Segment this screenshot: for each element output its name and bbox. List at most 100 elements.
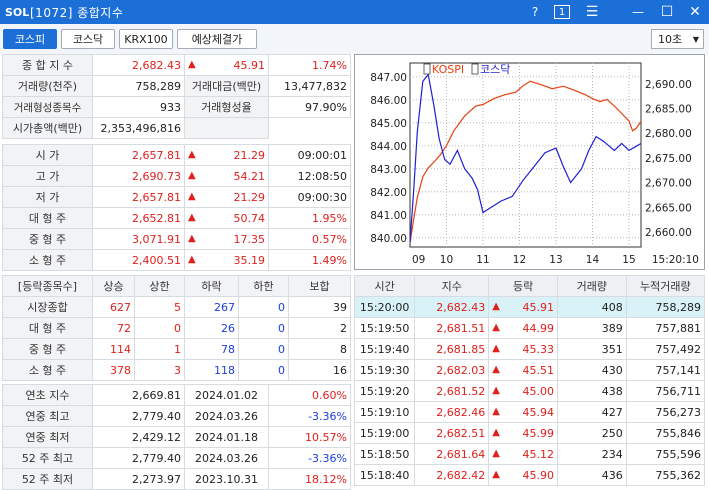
screen-number-button[interactable]: 1 — [554, 5, 570, 19]
breadth-header-cell: 보합 — [288, 275, 351, 297]
close-button[interactable]: ✕ — [686, 0, 704, 24]
maximize-button[interactable]: ☐ — [658, 0, 676, 24]
interval-select[interactable]: 10초 ▼ — [651, 29, 704, 49]
legend-label: 코스닥 — [480, 63, 510, 76]
breadth-row-label: 대 형 주 — [2, 317, 93, 339]
series-line-kospi — [409, 80, 642, 244]
traded-rate-value: 97.90% — [268, 96, 351, 118]
record-date: 2024.01.18 — [184, 426, 269, 448]
y-right-tick-label: 2,670.00 — [645, 178, 692, 190]
up-triangle-icon: ▲ — [188, 190, 196, 202]
change-value: 17.35 — [233, 232, 266, 246]
tick-change: ▲ 45.00 — [488, 380, 558, 402]
change-value: 45.33 — [522, 342, 555, 356]
table-row: 대 형 주 2,652.81 ▲ 50.74 1.95% — [2, 207, 351, 229]
price-row-label: 대 형 주 — [2, 207, 93, 229]
table-row: 52 주 최저 2,273.97 2023.10.31 18.12% — [2, 468, 351, 490]
table-row[interactable]: 15:18:40 2,682.42 ▲ 45.90 436 755,362 — [353, 464, 706, 486]
price-row-change: ▲ 35.19 — [184, 249, 269, 271]
app-logo: SOL — [5, 5, 30, 19]
tick-header-cell: 시간 — [353, 275, 416, 297]
minimize-button[interactable]: — — [629, 0, 647, 24]
up-triangle-icon: ▲ — [492, 342, 500, 354]
breadth-header-cell: 상한 — [134, 275, 185, 297]
tick-cumulative-volume: 756,711 — [625, 380, 706, 402]
tick-index: 2,681.85 — [414, 338, 490, 360]
help-button[interactable]: ? — [527, 0, 543, 24]
tick-header-cell: 지수 — [414, 275, 490, 297]
record-date: 2024.03.26 — [184, 405, 269, 427]
y-left-tick-label: 846.00 — [370, 95, 407, 107]
record-label: 연초 지수 — [2, 384, 93, 406]
intraday-chart[interactable]: 847.00 846.00 845.00 844.00 843.00 842.00 841.… — [354, 54, 705, 270]
table-row[interactable]: 15:18:50 2,681.64 ▲ 45.12 234 755,596 — [353, 443, 706, 465]
tick-index: 2,681.51 — [414, 317, 490, 339]
table-row[interactable]: 15:19:40 2,681.85 ▲ 45.33 351 757,492 — [353, 338, 706, 360]
advances-value: 72 — [92, 317, 135, 339]
table-row[interactable]: 15:19:00 2,682.51 ▲ 45.99 250 755,846 — [353, 422, 706, 444]
upper-limit-value: 3 — [134, 359, 185, 381]
table-row[interactable]: 15:19:50 2,681.51 ▲ 44.99 389 757,881 — [353, 317, 706, 339]
up-triangle-icon: ▲ — [492, 405, 500, 417]
upper-limit-value: 0 — [134, 317, 185, 339]
price-row-value: 2,652.81 — [92, 207, 185, 229]
tick-cumulative-volume: 755,596 — [625, 443, 706, 465]
table-row[interactable]: 15:19:30 2,682.03 ▲ 45.51 430 757,141 — [353, 359, 706, 381]
price-row-label: 시 가 — [2, 144, 93, 166]
lower-limit-value: 0 — [238, 338, 289, 360]
table-row: 저 가 2,657.81 ▲ 21.29 09:00:30 — [2, 186, 351, 208]
tick-volume: 234 — [557, 443, 627, 465]
record-rate: 0.60% — [268, 384, 351, 406]
x-tick-label: 15 — [622, 254, 635, 266]
up-triangle-icon: ▲ — [188, 253, 196, 265]
legend-swatch — [471, 63, 479, 75]
change-value: 44.99 — [522, 321, 555, 335]
tab-expected-price[interactable]: 예상체결가 — [177, 29, 257, 49]
tick-volume: 351 — [557, 338, 627, 360]
up-triangle-icon: ▲ — [188, 58, 196, 70]
table-row[interactable]: 15:19:20 2,681.52 ▲ 45.00 438 756,711 — [353, 380, 706, 402]
table-row[interactable]: 15:20:00 2,682.43 ▲ 45.91 408 758,289 — [353, 296, 706, 318]
tick-index: 2,682.03 — [414, 359, 490, 381]
change-value: 45.91 — [233, 58, 266, 72]
price-row-extra: 09:00:30 — [268, 186, 351, 208]
tick-table: 시간 지수 등락 거래량 누적거래량 15:20:00 2,682.43 ▲ 45.91 408 7… — [353, 275, 706, 486]
price-row-extra: 1.95% — [268, 207, 351, 229]
tick-volume: 250 — [557, 422, 627, 444]
table-row: 거래량(천주) 758,289 거래대금(백만) 13,477,832 — [2, 75, 351, 97]
table-row: 연중 최저 2,429.12 2024.01.18 10.57% — [2, 426, 351, 448]
tab-kospi[interactable]: 코스피 — [3, 29, 57, 49]
lower-limit-value: 0 — [238, 317, 289, 339]
y-left-tick-label: 842.00 — [370, 187, 407, 199]
declines-value: 118 — [184, 359, 239, 381]
up-triangle-icon: ▲ — [188, 148, 196, 160]
tick-change: ▲ 45.12 — [488, 443, 558, 465]
unchanged-value: 8 — [288, 338, 351, 360]
tick-volume: 436 — [557, 464, 627, 486]
price-row-value: 3,071.91 — [92, 228, 185, 250]
change-value: 50.74 — [233, 211, 266, 225]
tick-cumulative-volume: 756,273 — [625, 401, 706, 423]
tab-krx100[interactable]: KRX100 — [119, 29, 173, 49]
tick-header-cell: 거래량 — [557, 275, 627, 297]
menu-icon[interactable]: ☰ — [582, 0, 602, 24]
table-row[interactable]: 15:19:10 2,682.46 ▲ 45.94 427 756,273 — [353, 401, 706, 423]
tab-kosdaq[interactable]: 코스닥 — [61, 29, 115, 49]
x-tick-label: 09 — [412, 254, 425, 266]
table-row: 거래형성종목수 933 거래형성율 97.90% — [2, 96, 351, 118]
breadth-row-label: 중 형 주 — [2, 338, 93, 360]
y-right-tick-label: 2,660.00 — [645, 227, 692, 239]
tick-header-cell: 등락 — [488, 275, 558, 297]
trade-value-label: 거래대금(백만) — [184, 75, 269, 97]
composite-index-rate: 1.74% — [268, 54, 351, 76]
tick-time: 15:19:20 — [353, 380, 416, 402]
record-rate: -3.36% — [268, 447, 351, 469]
declines-value: 26 — [184, 317, 239, 339]
record-value: 2,429.12 — [92, 426, 185, 448]
table-row: 종 합 지 수 2,682.43 ▲ 45.91 1.74% — [2, 54, 351, 76]
up-triangle-icon: ▲ — [188, 169, 196, 181]
up-triangle-icon: ▲ — [492, 363, 500, 375]
change-value: 54.21 — [233, 169, 266, 183]
advances-value: 378 — [92, 359, 135, 381]
record-rate: 10.57% — [268, 426, 351, 448]
